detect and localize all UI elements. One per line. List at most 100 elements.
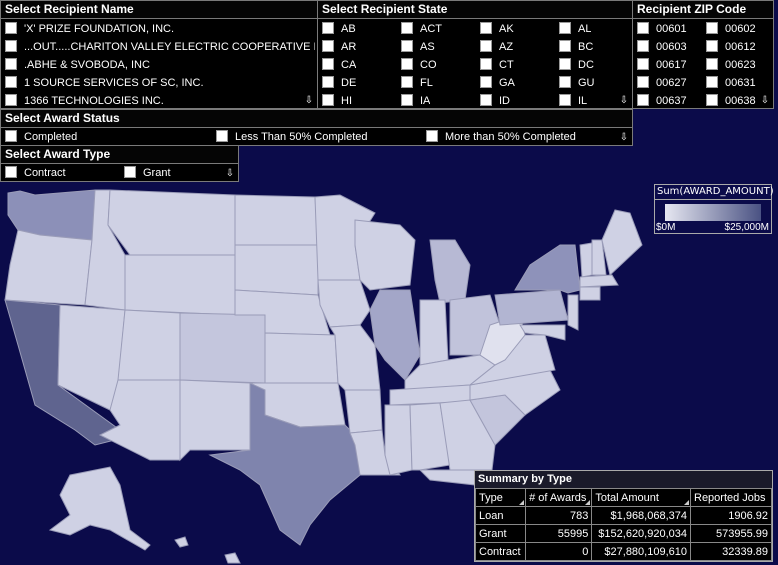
recipient-name-option[interactable]: .ABHE & SVOBODA, INC — [5, 56, 315, 74]
zip-option[interactable]: 00623 — [706, 56, 756, 74]
checkbox[interactable] — [480, 76, 492, 89]
sort-icon[interactable] — [519, 500, 525, 505]
recipient-name-option[interactable]: 1 SOURCE SERVICES OF SC, INC. — [5, 74, 315, 92]
state-ms[interactable] — [384, 404, 413, 476]
checkbox[interactable] — [637, 22, 649, 35]
state-ut[interactable] — [117, 309, 181, 381]
checkbox[interactable] — [5, 22, 17, 35]
state-option[interactable]: CO — [401, 56, 437, 74]
checkbox[interactable] — [637, 40, 649, 53]
state-option[interactable]: ID — [480, 92, 510, 110]
checkbox[interactable] — [706, 76, 718, 89]
award-status-option[interactable]: More than 50% Completed — [426, 128, 576, 146]
sort-icon[interactable] — [684, 500, 689, 505]
checkbox[interactable] — [124, 166, 136, 179]
checkbox[interactable] — [322, 40, 334, 53]
state-option[interactable]: GU — [559, 74, 595, 92]
checkbox[interactable] — [706, 40, 718, 53]
scroll-down-icon[interactable]: ⇩ — [304, 95, 314, 106]
award-type-option[interactable]: Grant — [124, 164, 171, 182]
state-ct[interactable] — [579, 286, 601, 301]
recipient-name-option[interactable]: 1366 TECHNOLOGIES INC. — [5, 92, 305, 110]
checkbox[interactable] — [5, 166, 17, 179]
checkbox[interactable] — [322, 94, 334, 107]
checkbox[interactable] — [322, 58, 334, 71]
checkbox[interactable] — [706, 58, 718, 71]
state-wy[interactable] — [124, 254, 236, 316]
table-row[interactable]: Grant 55995 $152,620,920,034 573955.99 — [474, 524, 772, 543]
checkbox[interactable] — [559, 94, 571, 107]
checkbox[interactable] — [5, 40, 17, 53]
state-sd[interactable] — [234, 244, 319, 296]
state-option[interactable]: AR — [322, 38, 356, 56]
table-row[interactable]: Loan 783 $1,968,068,374 1906.92 — [474, 506, 772, 525]
checkbox[interactable] — [480, 22, 492, 35]
state-option[interactable]: FL — [401, 74, 433, 92]
sort-icon[interactable] — [585, 500, 591, 505]
checkbox[interactable] — [480, 58, 492, 71]
checkbox[interactable] — [401, 76, 413, 89]
state-pa[interactable] — [494, 289, 569, 326]
state-option[interactable]: AZ — [480, 38, 513, 56]
state-option[interactable]: DE — [322, 74, 356, 92]
award-status-option[interactable]: Completed — [5, 128, 77, 146]
column-header-total[interactable]: Total Amount — [591, 488, 691, 507]
state-or[interactable] — [4, 229, 93, 306]
state-mt[interactable] — [107, 189, 236, 256]
state-option[interactable]: IA — [401, 92, 430, 110]
column-header-jobs[interactable]: Reported Jobs — [690, 488, 772, 507]
checkbox[interactable] — [559, 40, 571, 53]
state-option[interactable]: AB — [322, 20, 356, 38]
zip-option[interactable]: 00631 — [706, 74, 756, 92]
zip-option[interactable]: 00638 — [706, 92, 756, 110]
checkbox[interactable] — [216, 130, 228, 143]
checkbox[interactable] — [5, 58, 17, 71]
state-ks[interactable] — [264, 332, 339, 384]
state-nm[interactable] — [179, 379, 251, 462]
state-nj[interactable] — [567, 294, 579, 331]
column-header-awards[interactable]: # of Awards — [525, 488, 593, 507]
recipient-name-option[interactable]: ...OUT.....CHARITON VALLEY ELECTRIC COOP… — [5, 38, 315, 56]
state-wi[interactable] — [354, 219, 416, 291]
checkbox[interactable] — [480, 94, 492, 107]
checkbox[interactable] — [322, 22, 334, 35]
state-ak[interactable] — [48, 466, 151, 551]
state-mi[interactable] — [429, 239, 471, 304]
state-ny[interactable] — [514, 244, 581, 294]
state-option[interactable]: CA — [322, 56, 356, 74]
state-option[interactable]: AK — [480, 20, 514, 38]
zip-option[interactable]: 00601 — [637, 20, 687, 38]
scroll-down-icon[interactable]: ⇩ — [619, 95, 629, 106]
state-option[interactable]: IL — [559, 92, 587, 110]
state-option[interactable]: AL — [559, 20, 591, 38]
state-hi[interactable] — [174, 536, 189, 548]
checkbox[interactable] — [706, 94, 718, 107]
zip-option[interactable]: 00617 — [637, 56, 687, 74]
checkbox[interactable] — [401, 94, 413, 107]
checkbox[interactable] — [426, 130, 438, 143]
checkbox[interactable] — [559, 76, 571, 89]
checkbox[interactable] — [480, 40, 492, 53]
table-row[interactable]: Contract 0 $27,880,109,610 32339.89 — [474, 542, 772, 561]
state-hi-big[interactable] — [224, 552, 241, 564]
state-option[interactable]: DC — [559, 56, 594, 74]
checkbox[interactable] — [559, 22, 571, 35]
checkbox[interactable] — [5, 130, 17, 143]
checkbox[interactable] — [5, 76, 17, 89]
state-option[interactable]: HI — [322, 92, 352, 110]
checkbox[interactable] — [637, 94, 649, 107]
state-option[interactable]: GA — [480, 74, 515, 92]
recipient-name-option[interactable]: 'X' PRIZE FOUNDATION, INC. — [5, 20, 315, 38]
checkbox[interactable] — [322, 76, 334, 89]
state-ma[interactable] — [579, 274, 619, 288]
award-type-option[interactable]: Contract — [5, 164, 66, 182]
zip-option[interactable]: 00602 — [706, 20, 756, 38]
state-me[interactable] — [601, 209, 643, 276]
checkbox[interactable] — [401, 22, 413, 35]
state-mo[interactable] — [329, 324, 381, 391]
state-nd[interactable] — [234, 194, 319, 246]
checkbox[interactable] — [559, 58, 571, 71]
zip-option[interactable]: 00612 — [706, 38, 756, 56]
checkbox[interactable] — [401, 40, 413, 53]
award-status-option[interactable]: Less Than 50% Completed — [216, 128, 368, 146]
